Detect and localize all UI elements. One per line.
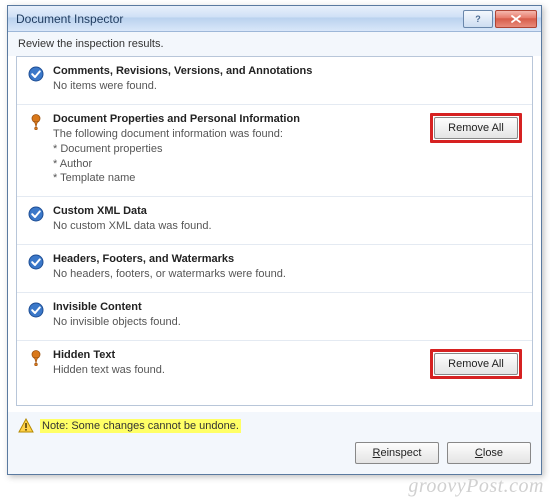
- section-title: Custom XML Data: [53, 205, 416, 217]
- section-description: Hidden text was found.: [53, 363, 416, 378]
- footer-buttons: Reinspect Close: [18, 442, 531, 464]
- note-row: Note: Some changes cannot be undone.: [18, 418, 531, 434]
- check-icon: [28, 66, 44, 82]
- status-ok: [27, 301, 45, 318]
- close-icon: [510, 14, 522, 24]
- check-icon: [28, 302, 44, 318]
- help-button[interactable]: ?: [463, 10, 493, 28]
- inspection-section: Hidden Text Hidden text was found. Remove …: [17, 341, 532, 389]
- status-warning: [27, 349, 45, 366]
- alert-icon: [29, 350, 43, 366]
- inspection-section: Comments, Revisions, Versions, and Annot…: [17, 57, 532, 105]
- window-title: Document Inspector: [16, 12, 461, 26]
- section-text: Custom XML Data No custom XML data was fo…: [53, 205, 416, 234]
- action-highlight: Remove All: [430, 113, 522, 143]
- section-action-col: Remove All: [424, 349, 522, 379]
- section-description: No headers, footers, or watermarks were …: [53, 267, 416, 282]
- warning-icon: [18, 418, 34, 434]
- note-text: Note: Some changes cannot be undone.: [40, 419, 241, 433]
- dialog-subtitle: Review the inspection results.: [8, 32, 541, 56]
- inspection-section: Document Properties and Personal Informa…: [17, 105, 532, 197]
- inspection-section: Headers, Footers, and Watermarks No heade…: [17, 245, 532, 293]
- status-ok: [27, 205, 45, 222]
- section-action-col: Remove All: [424, 113, 522, 143]
- reinspect-button[interactable]: Reinspect: [355, 442, 439, 464]
- alert-icon: [29, 114, 43, 130]
- section-text: Hidden Text Hidden text was found.: [53, 349, 416, 378]
- window-close-button[interactable]: [495, 10, 537, 28]
- document-inspector-dialog: Document Inspector ? Review the inspecti…: [7, 5, 542, 475]
- section-description: No custom XML data was found.: [53, 219, 416, 234]
- inspection-section: Custom XML Data No custom XML data was fo…: [17, 197, 532, 245]
- section-description: The following document information was f…: [53, 127, 416, 186]
- section-description: No items were found.: [53, 79, 416, 94]
- section-description: No invisible objects found.: [53, 315, 416, 330]
- section-title: Headers, Footers, and Watermarks: [53, 253, 416, 265]
- check-icon: [28, 206, 44, 222]
- inspection-section: Invisible Content No invisible objects fo…: [17, 293, 532, 341]
- section-title: Comments, Revisions, Versions, and Annot…: [53, 65, 416, 77]
- section-text: Headers, Footers, and Watermarks No heade…: [53, 253, 416, 282]
- check-icon: [28, 254, 44, 270]
- status-warning: [27, 113, 45, 130]
- results-panel: Comments, Revisions, Versions, and Annot…: [16, 56, 533, 406]
- help-icon: ?: [473, 14, 483, 24]
- section-text: Invisible Content No invisible objects fo…: [53, 301, 416, 330]
- close-button[interactable]: Close: [447, 442, 531, 464]
- section-title: Invisible Content: [53, 301, 416, 313]
- action-highlight: Remove All: [430, 349, 522, 379]
- remove-all-button[interactable]: Remove All: [434, 353, 518, 375]
- svg-text:?: ?: [475, 14, 481, 24]
- dialog-footer: Note: Some changes cannot be undone. Rei…: [8, 412, 541, 474]
- titlebar: Document Inspector ?: [8, 6, 541, 32]
- section-text: Comments, Revisions, Versions, and Annot…: [53, 65, 416, 94]
- remove-all-button[interactable]: Remove All: [434, 117, 518, 139]
- status-ok: [27, 65, 45, 82]
- status-ok: [27, 253, 45, 270]
- section-title: Hidden Text: [53, 349, 416, 361]
- section-title: Document Properties and Personal Informa…: [53, 113, 416, 125]
- section-text: Document Properties and Personal Informa…: [53, 113, 416, 186]
- watermark: groovyPost.com: [408, 475, 544, 498]
